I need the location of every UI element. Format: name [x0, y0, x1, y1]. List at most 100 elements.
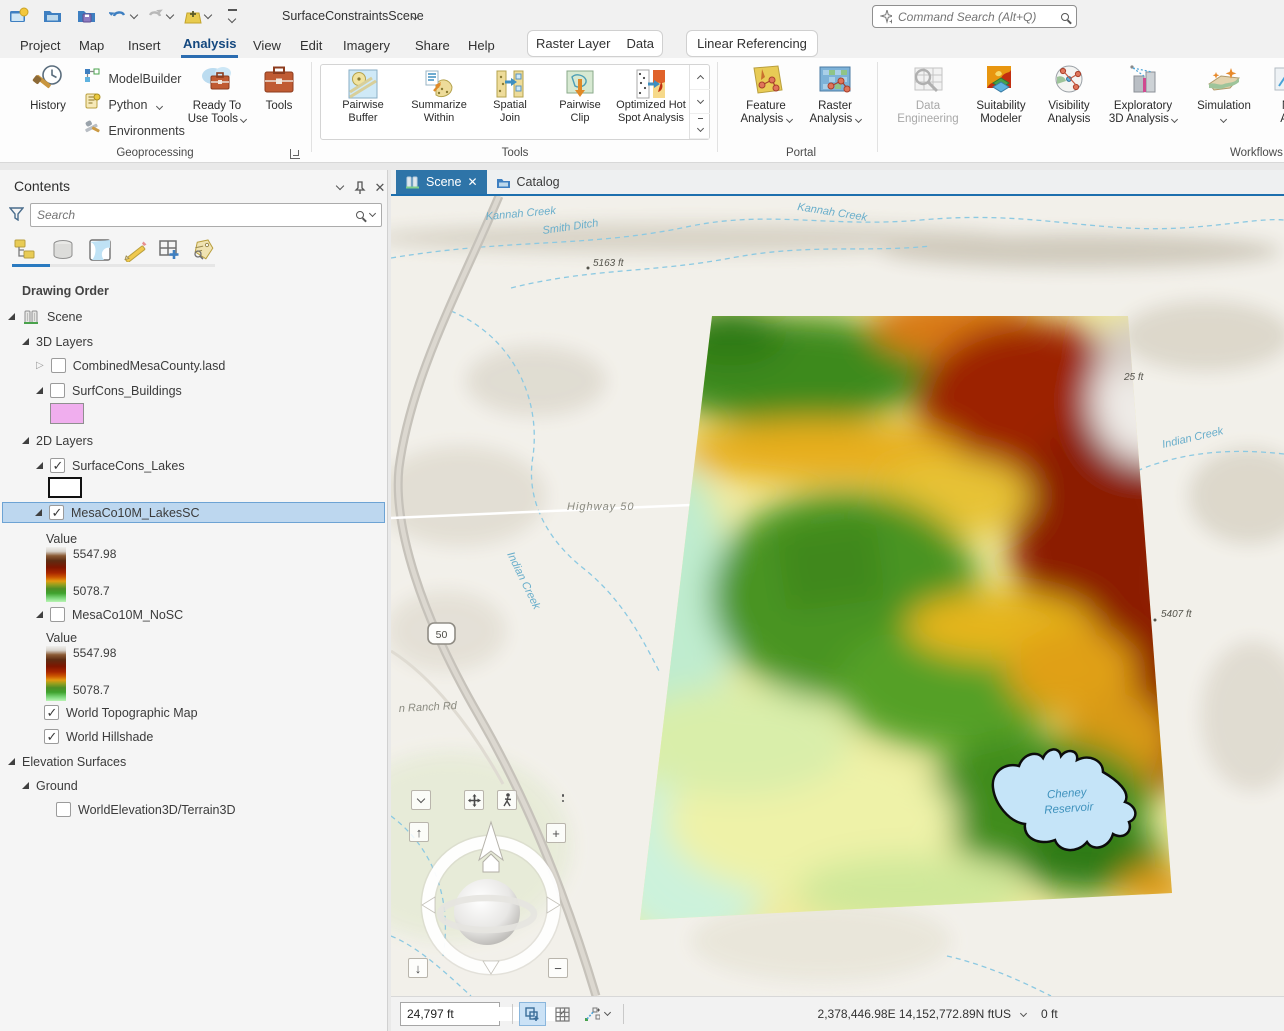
tab-share[interactable]: Share [413, 32, 452, 58]
expander-collapsed-icon[interactable]: ▷ [36, 360, 44, 371]
add-data-dropdown-icon[interactable] [204, 11, 212, 19]
undo-dropdown-icon[interactable] [130, 11, 138, 19]
tab-scene-view[interactable]: Scene ✕ [396, 170, 487, 194]
save-project-icon[interactable] [76, 5, 98, 27]
snap-mode-button[interactable] [519, 1002, 546, 1026]
buildings-symbol-swatch[interactable] [50, 403, 84, 424]
expander-icon[interactable] [36, 387, 43, 394]
tree-item-scene[interactable]: Scene [8, 306, 82, 327]
expander-icon[interactable] [8, 758, 15, 765]
close-icon[interactable]: ✕ [372, 180, 388, 196]
tree-item-world-topo[interactable]: World Topographic Map [44, 702, 198, 723]
geoprocessing-launcher-icon[interactable] [290, 149, 300, 159]
move-up-button[interactable]: ↑ [409, 822, 429, 842]
tab-map[interactable]: Map [77, 32, 106, 58]
raster-analysis-button[interactable]: RasterAnalysis [803, 64, 867, 126]
tab-analysis[interactable]: Analysis [181, 32, 238, 58]
nav-drag-handle[interactable] [560, 793, 566, 805]
home-view-icon[interactable] [483, 854, 499, 872]
tree-item-3d-layers[interactable]: 3D Layers [22, 331, 93, 352]
tools-button[interactable]: Tools [255, 64, 303, 113]
walk-mode-button[interactable] [497, 790, 517, 810]
list-by-data-source-button[interactable] [48, 236, 78, 264]
tab-help[interactable]: Help [466, 32, 497, 58]
gallery-expand-icon[interactable] [690, 114, 710, 139]
tree-item-mesa-lakessc[interactable]: MesaCo10M_LakesSC [2, 502, 385, 523]
scale-combobox[interactable] [400, 1002, 500, 1026]
lakes-symbol-swatch[interactable] [48, 477, 82, 498]
snapping-settings-button[interactable] [577, 1002, 617, 1026]
redo-dropdown-icon[interactable] [166, 11, 174, 19]
tab-insert[interactable]: Insert [126, 32, 163, 58]
modelbuilder-button[interactable]: ModelBuilder [84, 67, 181, 86]
exploratory-3d-analysis-button[interactable]: Exploratory3D Analysis [1103, 64, 1183, 126]
expander-icon[interactable] [22, 338, 29, 345]
filter-icon[interactable] [8, 206, 24, 222]
lasd-checkbox[interactable] [51, 358, 66, 373]
data-engineering-button[interactable]: DataEngineering [893, 64, 963, 126]
tree-item-world-hillshade[interactable]: World Hillshade [44, 726, 153, 747]
add-data-icon[interactable] [182, 5, 204, 27]
undo-icon[interactable] [108, 5, 130, 27]
tab-data[interactable]: Data [626, 36, 653, 51]
tree-item-terrain3d[interactable]: WorldElevation3D/Terrain3D [56, 799, 235, 820]
scene-view-canvas[interactable]: Kannah Creek Smith Ditch Kannah Creek In… [391, 196, 1284, 996]
zoom-out-button[interactable]: − [548, 958, 568, 978]
list-by-selection-button[interactable] [85, 236, 115, 264]
navigator-orb[interactable] [454, 879, 520, 945]
list-by-labeling-button[interactable] [188, 236, 218, 264]
tab-linear-referencing[interactable]: Linear Referencing [697, 36, 807, 51]
full-extent-button[interactable] [464, 790, 484, 810]
command-search[interactable] [872, 5, 1077, 28]
tab-edit[interactable]: Edit [298, 32, 324, 58]
terrain3d-checkbox[interactable] [56, 802, 71, 817]
world-hillshade-checkbox[interactable] [44, 729, 59, 744]
tab-project[interactable]: Project [18, 32, 62, 58]
history-button[interactable]: History [20, 64, 76, 113]
ready-to-use-tools-button[interactable]: Ready To Use Tools [183, 64, 251, 126]
lakes-checkbox[interactable] [50, 458, 65, 473]
pairwise-buffer-button[interactable]: PairwiseBuffer [329, 69, 397, 124]
tree-item-mesa-nosc[interactable]: MesaCo10M_NoSC [36, 604, 183, 625]
world-topo-checkbox[interactable] [44, 705, 59, 720]
mesa-nosc-checkbox[interactable] [50, 607, 65, 622]
contents-search[interactable] [30, 203, 382, 227]
grid-button[interactable] [549, 1002, 576, 1026]
command-search-input[interactable] [898, 10, 1055, 24]
gallery-scroll-up-icon[interactable] [690, 65, 710, 90]
simulation-button[interactable]: Simulation [1192, 64, 1256, 126]
contents-search-input[interactable] [37, 208, 350, 222]
environments-button[interactable]: Environments [84, 119, 185, 138]
expander-icon[interactable] [36, 462, 43, 469]
tree-item-buildings[interactable]: SurfCons_Buildings [36, 380, 182, 401]
network-analysis-button[interactable]: NAr [1266, 64, 1284, 126]
tab-catalog-view[interactable]: Catalog [487, 170, 569, 194]
zoom-in-button[interactable]: + [546, 823, 566, 843]
spatial-join-button[interactable]: SpatialJoin [479, 69, 541, 124]
expander-icon[interactable] [36, 611, 43, 618]
coordinate-readout[interactable]: 2,378,446.98E 14,152,772.89N ftUS [783, 1007, 1011, 1021]
optimized-hot-spot-button[interactable]: Optimized HotSpot Analysis [613, 69, 689, 124]
expander-icon[interactable] [22, 782, 29, 789]
tab-imagery[interactable]: Imagery [341, 32, 392, 58]
tab-raster-layer[interactable]: Raster Layer [536, 36, 610, 51]
list-by-editing-button[interactable] [120, 236, 150, 264]
list-by-snapping-button[interactable] [154, 236, 184, 264]
open-project-icon[interactable] [42, 5, 64, 27]
close-tab-icon[interactable]: ✕ [467, 175, 477, 189]
summarize-within-button[interactable]: SummarizeWithin [401, 69, 477, 124]
tab-view[interactable]: View [251, 32, 283, 58]
mesa-lakessc-checkbox[interactable] [49, 505, 64, 520]
buildings-checkbox[interactable] [50, 383, 65, 398]
python-button[interactable]: Python [84, 93, 162, 112]
customize-qat-icon[interactable] [228, 9, 237, 25]
expander-icon[interactable] [8, 313, 15, 320]
suitability-modeler-button[interactable]: SuitabilityModeler [968, 64, 1034, 126]
move-down-button[interactable]: ↓ [408, 958, 428, 978]
nav-collapse-button[interactable] [411, 790, 431, 810]
coords-dropdown-icon[interactable] [1020, 1010, 1027, 1017]
expander-icon[interactable] [22, 437, 29, 444]
feature-analysis-button[interactable]: FeatureAnalysis [731, 64, 801, 126]
pin-icon[interactable] [352, 180, 368, 196]
visibility-analysis-button[interactable]: VisibilityAnalysis [1040, 64, 1098, 126]
